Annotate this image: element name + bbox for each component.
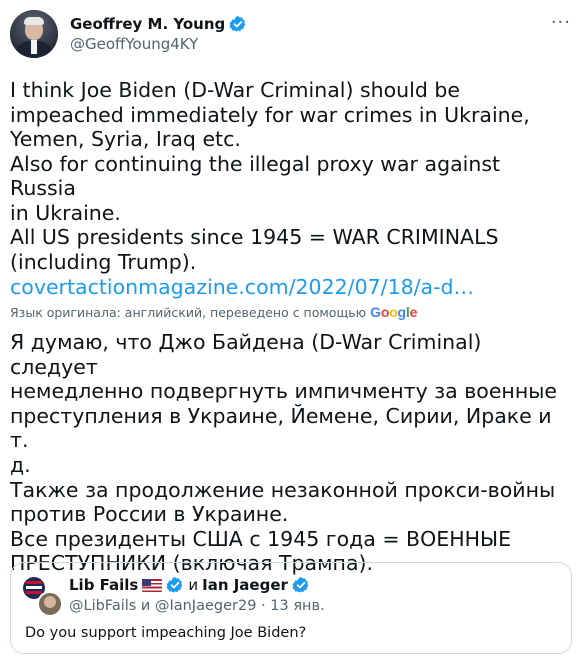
translation-note-text: Язык оригинала: английский, переведено с… — [10, 304, 367, 320]
author-name[interactable]: Geoffrey M. Young — [70, 14, 225, 34]
verified-badge-icon — [292, 577, 309, 593]
verified-badge-icon — [229, 16, 246, 32]
tweet-text: I think Joe Biden (D-War Criminal) shoul… — [10, 78, 530, 274]
tweet-header: Geoffrey M. Young @GeoffYoung4KY — [10, 10, 247, 58]
quoted-author-2[interactable]: Ian Jaeger — [202, 576, 288, 594]
verified-badge-icon — [166, 577, 183, 593]
quoted-conjunction: и — [188, 576, 199, 594]
translated-text: Я думаю, что Джо Байдена (D-War Criminal… — [10, 330, 558, 576]
tweet-link[interactable]: covertactionmagazine.com/2022/07/18/a-d… — [10, 275, 474, 299]
quoted-tweet[interactable]: Lib Fails и Ian Jaeger @LibFails и @IanJ… — [10, 562, 572, 654]
author-handle[interactable]: @GeoffYoung4KY — [70, 34, 247, 54]
translation-note: Язык оригинала: английский, переведено с… — [10, 304, 417, 320]
author-avatar[interactable] — [10, 10, 58, 58]
more-icon[interactable]: ··· — [551, 12, 571, 33]
us-flag-icon — [142, 578, 163, 592]
author-names: Geoffrey M. Young @GeoffYoung4KY — [70, 14, 247, 54]
quoted-avatars — [23, 577, 63, 617]
quoted-author-1[interactable]: Lib Fails — [69, 576, 138, 594]
quoted-meta: @LibFails и @IanJaeger29 · 13 янв. — [69, 598, 325, 614]
ian-jaeger-avatar[interactable] — [37, 591, 63, 617]
quoted-authors: Lib Fails и Ian Jaeger — [69, 576, 310, 594]
quoted-text: Do you support impeaching Joe Biden? — [25, 625, 307, 641]
google-logo-icon[interactable]: Google — [370, 304, 417, 320]
